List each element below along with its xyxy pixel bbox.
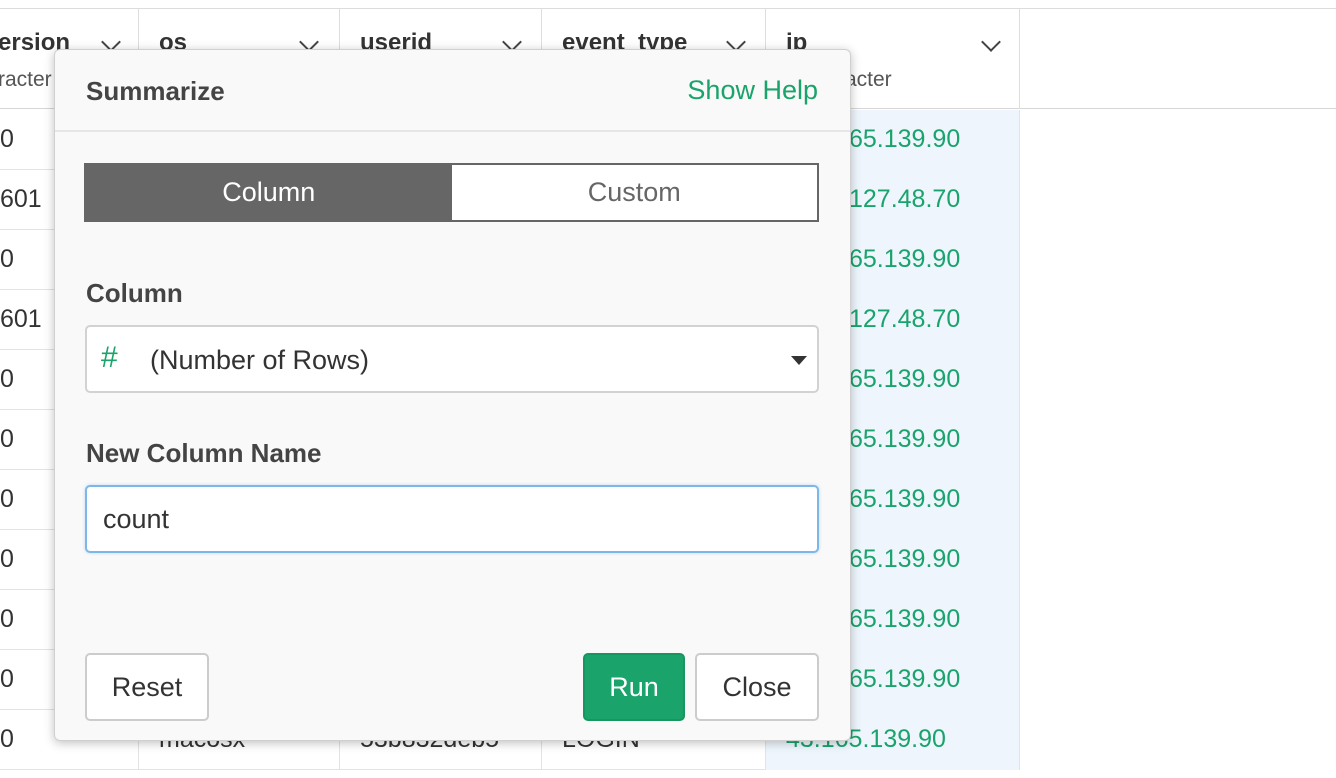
run-button[interactable]: Run <box>583 653 685 721</box>
dialog-title: Summarize <box>86 76 225 106</box>
new-column-name-label: New Column Name <box>86 438 322 468</box>
tab-custom[interactable]: Custom <box>451 165 817 220</box>
column-label: Column <box>86 278 183 308</box>
chevron-down-icon[interactable] <box>981 32 1001 52</box>
column-select-value: (Number of Rows) <box>150 345 370 375</box>
column-select[interactable]: # (Number of Rows) <box>85 325 819 393</box>
reset-button[interactable]: Reset <box>85 653 209 721</box>
mode-tabs: Column Custom <box>84 163 819 222</box>
dialog-header: Summarize Show Help <box>55 50 850 132</box>
show-help-link[interactable]: Show Help <box>687 75 818 106</box>
close-button[interactable]: Close <box>695 653 819 721</box>
column-type: racter <box>0 68 52 91</box>
new-column-name-input[interactable] <box>85 485 819 553</box>
caret-down-icon <box>791 356 807 365</box>
summarize-dialog: Summarize Show Help Column Custom Column… <box>54 49 851 741</box>
tab-column[interactable]: Column <box>86 165 452 220</box>
number-hash-icon: # <box>101 341 118 374</box>
